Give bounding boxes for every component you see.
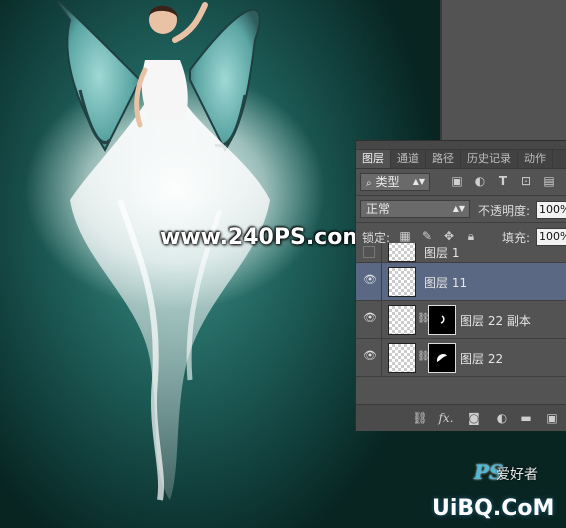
- layer-name[interactable]: 图层 22 副本: [460, 312, 531, 329]
- eye-icon[interactable]: 👁︎: [362, 311, 378, 327]
- adjustment-filter-icon[interactable]: ◐: [473, 174, 487, 188]
- fx-icon[interactable]: fx.: [438, 411, 454, 425]
- filter-kind-select[interactable]: ⌕ 类型 ▲▼: [360, 173, 430, 191]
- blend-mode-select[interactable]: 正常 ▲▼: [360, 200, 470, 218]
- new-layer-icon[interactable]: ▣: [544, 411, 560, 425]
- visibility-toggle-off[interactable]: [363, 246, 375, 258]
- adjustment-layer-icon[interactable]: ◐: [494, 411, 510, 425]
- layer-mask-thumbnail[interactable]: [428, 343, 456, 373]
- strip-divider: [440, 0, 442, 150]
- search-icon: ⌕: [366, 178, 372, 189]
- layer-row[interactable]: 👁︎ ⛓ 图层 22 副本: [356, 301, 566, 339]
- lock-position-icon[interactable]: ✥: [442, 229, 456, 243]
- layer-mask-thumbnail[interactable]: [428, 305, 456, 335]
- image-filter-icon[interactable]: ▣: [450, 174, 464, 188]
- logo-cn: 爱好者: [496, 467, 538, 483]
- opacity-field[interactable]: 100%: [536, 201, 566, 219]
- smart-object-filter-icon[interactable]: ▤: [542, 174, 556, 188]
- panel-tabs: 图层 通道 路径 历史记录 动作: [356, 150, 566, 169]
- add-mask-icon[interactable]: ◙: [466, 411, 482, 425]
- tab-history[interactable]: 历史记录: [461, 150, 518, 168]
- app-background: [440, 0, 566, 150]
- eye-icon[interactable]: 👁︎: [362, 349, 378, 365]
- blend-row: 正常 ▲▼ 不透明度: 100%: [356, 196, 566, 222]
- layer-separator: [381, 263, 382, 300]
- layer-row-selected[interactable]: 👁︎ 图层 11: [356, 263, 566, 301]
- blend-mode-value: 正常: [366, 202, 391, 216]
- mask-shape: [436, 354, 447, 362]
- lock-transparent-pixels-icon[interactable]: ▦: [398, 229, 412, 243]
- watermark-text: www.240PS.com: [160, 225, 366, 250]
- layer-name[interactable]: 图层 22: [460, 350, 503, 367]
- filter-row: ⌕ 类型 ▲▼ ▣ ◐ T ⊡ ▤: [356, 169, 566, 195]
- layer-separator: [381, 339, 382, 376]
- tab-layers[interactable]: 图层: [356, 150, 391, 168]
- link-layers-icon[interactable]: ⛓: [412, 411, 428, 425]
- tab-channels[interactable]: 通道: [391, 150, 426, 168]
- shape-filter-icon[interactable]: ⊡: [519, 174, 533, 188]
- new-group-icon[interactable]: ▬: [518, 411, 534, 425]
- panel-grip[interactable]: [356, 141, 566, 150]
- layer-name[interactable]: 图层 1: [424, 244, 459, 261]
- eye-icon[interactable]: 👁︎: [362, 273, 378, 289]
- layers-panel-footer: ⛓ fx. ◙ ◐ ▬ ▣: [356, 404, 566, 431]
- lock-all-icon[interactable]: 🔒︎: [464, 229, 478, 243]
- opacity-label: 不透明度:: [478, 204, 531, 218]
- mask-shape: [440, 315, 445, 324]
- filter-kind-value: 类型: [375, 175, 400, 189]
- select-arrows-icon: ▲▼: [412, 177, 425, 186]
- layer-thumbnail: [388, 267, 416, 297]
- layer-separator: [381, 243, 382, 262]
- layer-row[interactable]: 👁︎ ⛓ 图层 22: [356, 339, 566, 377]
- layers-panel: 图层 通道 路径 历史记录 动作 ⌕ 类型 ▲▼ ▣ ◐ T ⊡ ▤ 正常 ▲▼…: [355, 140, 566, 431]
- type-filter-icon[interactable]: T: [496, 174, 510, 188]
- layer-row[interactable]: 图层 1: [356, 243, 566, 263]
- layer-separator: [381, 301, 382, 338]
- tab-paths[interactable]: 路径: [426, 150, 461, 168]
- layer-thumbnail: [388, 243, 416, 262]
- layer-thumbnail: [388, 305, 416, 335]
- tab-actions[interactable]: 动作: [518, 150, 553, 168]
- lock-image-pixels-icon[interactable]: ✎: [420, 229, 434, 243]
- layer-thumbnail: [388, 343, 416, 373]
- layers-list: 图层 1 👁︎ 图层 11 👁︎ ⛓ 图层 22 副本 👁︎ ⛓ 图层 22: [356, 243, 566, 401]
- site-logo: UiBQ.CoM: [432, 496, 555, 521]
- select-arrows-icon: ▲▼: [452, 204, 465, 213]
- layer-name[interactable]: 图层 11: [424, 274, 467, 291]
